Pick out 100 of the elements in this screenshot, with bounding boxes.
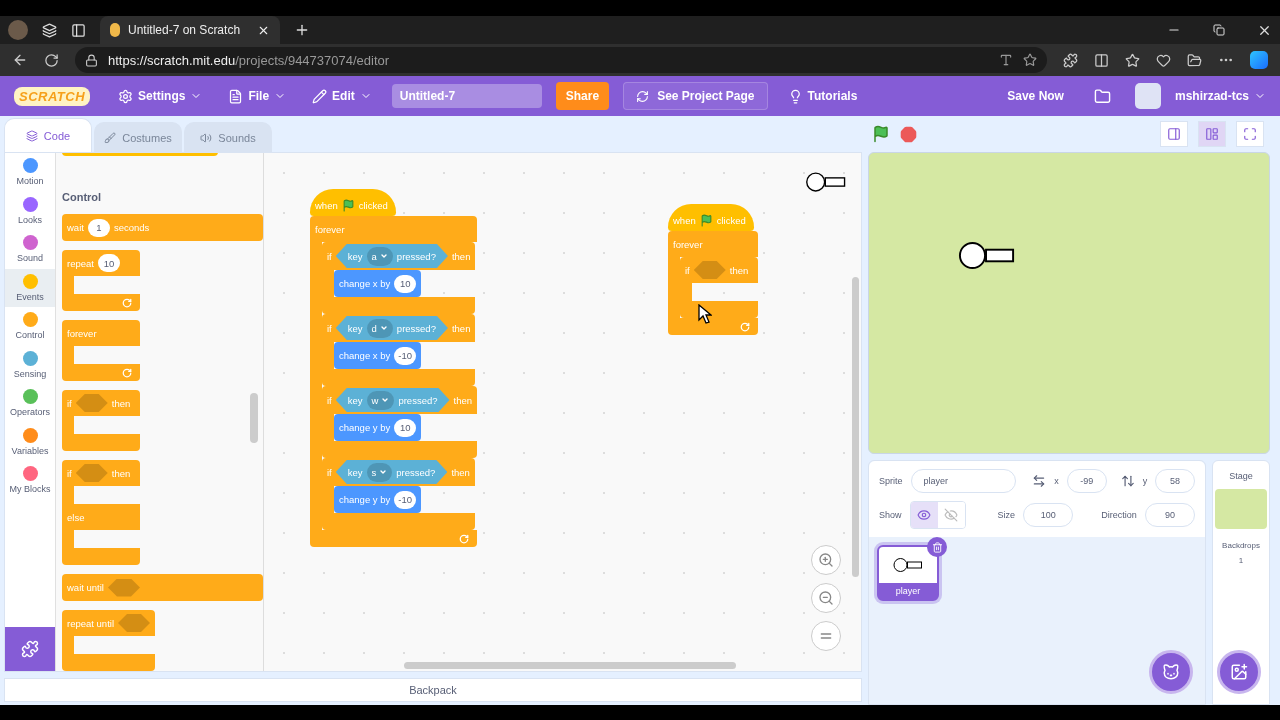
editor-tab[interactable]: Code [4, 118, 92, 152]
menu-item[interactable]: File [222, 84, 293, 108]
c-block-top[interactable]: if key a pressed? then [322, 242, 476, 270]
block-label: then [451, 322, 471, 334]
stack-block[interactable]: change x by 10 [334, 270, 422, 297]
number-input[interactable]: 10 [394, 274, 417, 293]
user-menu[interactable]: mshirzad-tcs [1174, 89, 1266, 103]
category-item[interactable]: My Blocks [5, 461, 55, 500]
block-label: forever [673, 238, 703, 250]
block-label: key [347, 466, 363, 478]
block-label: seconds [113, 222, 150, 233]
sprite-card[interactable]: player [877, 545, 939, 601]
number-input[interactable]: 1 [87, 218, 110, 237]
stage-title: Stage [1229, 470, 1253, 483]
sprite-name: player [879, 583, 937, 599]
block-label: if [327, 394, 332, 406]
stack-block[interactable]: change x by -10 [334, 342, 422, 369]
editor-tab[interactable]: Costumes [94, 122, 182, 152]
block-label: key [347, 322, 363, 334]
block-label: change x by [339, 350, 391, 361]
number-input[interactable]: -10 [394, 346, 417, 365]
c-block-top[interactable]: if key w pressed? then [322, 386, 477, 414]
block-label: key [347, 394, 363, 406]
block-label: pressed? [396, 322, 436, 334]
see-project-page-button[interactable]: See Project Page [623, 82, 768, 110]
block-label: forever [315, 223, 345, 235]
category-item[interactable]: Operators [5, 384, 55, 423]
number-input[interactable]: 10 [394, 418, 417, 437]
project-title-field[interactable]: Untitled-7 [391, 84, 542, 108]
number-input[interactable]: 10 [97, 254, 120, 272]
block-label: pressed? [398, 394, 438, 406]
stack-block[interactable]: wait 1 seconds [62, 214, 263, 241]
block-label: wait [67, 222, 84, 233]
category-item[interactable]: Sensing [5, 345, 55, 384]
block-label: if [327, 322, 332, 334]
sprite-label: Sprite [879, 476, 903, 486]
category-item[interactable]: Control [5, 307, 55, 346]
menu-item[interactable]: Settings [112, 84, 209, 108]
key-pressed-block[interactable]: key a pressed? [335, 244, 448, 268]
block-label: clicked [716, 215, 746, 226]
block-label: change x by [339, 278, 391, 289]
category-label: Sound [17, 253, 43, 264]
block-label: else [67, 511, 85, 523]
url-text: https://scratch.mit.edu/projects/944737074/editor [108, 52, 390, 68]
block-label: pressed? [396, 250, 436, 262]
category-label: Control [15, 330, 45, 341]
block-label: repeat until [67, 617, 114, 629]
key-dropdown[interactable]: s [366, 462, 393, 482]
block-label: then [729, 264, 749, 276]
category-item[interactable]: Variables [5, 422, 55, 461]
key-dropdown[interactable]: d [366, 318, 393, 338]
menu-item[interactable]: Edit [306, 84, 378, 108]
palette-heading: Control [62, 191, 103, 203]
x-label: x [1054, 476, 1059, 486]
y-label: y [1142, 476, 1148, 486]
block-label: if [685, 264, 690, 276]
size-label: Size [997, 510, 1016, 520]
browser-tab[interactable]: Untitled-7 on Scratch [100, 16, 280, 44]
block-label: then [111, 467, 131, 479]
category-item[interactable]: Looks [5, 191, 55, 230]
save-now-button[interactable]: Save Now [1001, 85, 1070, 107]
editor-tab[interactable]: Sounds [184, 122, 272, 152]
category-item[interactable]: Motion [5, 153, 55, 192]
block-label: forever [67, 327, 97, 339]
c-block-top[interactable]: repeat 10 [62, 250, 140, 276]
number-input[interactable]: -10 [394, 490, 417, 509]
stack-block[interactable]: change y by 10 [334, 414, 422, 441]
block-label: when [315, 200, 338, 211]
block-label: if [67, 397, 72, 409]
block-label: change y by [339, 422, 391, 433]
backpack-bar[interactable]: Backpack [4, 678, 862, 702]
key-pressed-block[interactable]: key w pressed? [335, 388, 450, 412]
category-label: Sensing [13, 368, 47, 379]
stack-block[interactable]: change y by -10 [334, 486, 422, 513]
address-field[interactable]: https://scratch.mit.edu/projects/944737074/editor [75, 47, 1047, 73]
category-label: Motion [16, 176, 44, 187]
tab-title: Untitled-7 on Scratch [128, 23, 241, 37]
category-label: Events [16, 291, 44, 302]
key-dropdown[interactable]: w [366, 390, 395, 410]
block-label: when [673, 215, 696, 226]
block-label: then [111, 397, 131, 409]
block-label: then [453, 394, 472, 406]
key-dropdown[interactable]: a [366, 246, 393, 266]
show-label: Show [879, 510, 902, 520]
block-label: if [327, 466, 332, 478]
c-block-top[interactable]: if key s pressed? then [322, 458, 475, 486]
tutorials-button[interactable]: Tutorials [781, 84, 864, 108]
block-label: pressed? [396, 466, 436, 478]
category-label: Operators [10, 407, 50, 418]
c-block-top[interactable]: if key d pressed? then [322, 314, 476, 342]
category-label: Variables [11, 445, 49, 456]
block-label: key [347, 250, 363, 262]
key-pressed-block[interactable]: key d pressed? [335, 316, 448, 340]
category-item[interactable]: Events [5, 268, 55, 307]
key-pressed-block[interactable]: key s pressed? [335, 460, 448, 484]
direction-label: Direction [1101, 510, 1137, 520]
category-item[interactable]: Sound [5, 230, 55, 269]
block-label: repeat [67, 257, 94, 269]
block-label: change y by [339, 494, 391, 505]
backdrops-count: 1 [1238, 556, 1244, 565]
